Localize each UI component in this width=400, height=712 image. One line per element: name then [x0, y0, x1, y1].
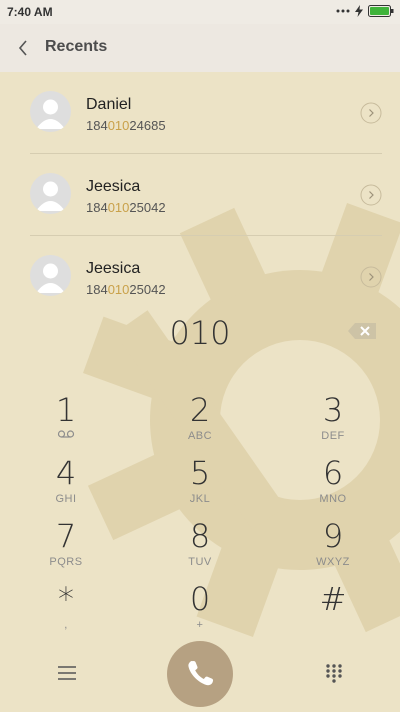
list-item[interactable]: Jeesica 18401025042	[0, 154, 400, 236]
bottom-bar	[0, 640, 400, 711]
key-0[interactable]: 0 +	[140, 580, 260, 642]
status-icons	[336, 5, 394, 17]
key-letters: ,	[64, 619, 68, 631]
dial-display: 010	[0, 309, 400, 355]
status-bar: 7:40 AM	[0, 0, 400, 24]
chevron-right-icon[interactable]	[360, 102, 382, 124]
dialed-number: 010	[169, 314, 231, 352]
key-digit: 7	[55, 517, 77, 555]
dialpad-toggle-icon[interactable]	[323, 662, 345, 684]
key-letters: PQRS	[49, 556, 83, 568]
key-4[interactable]: 4 GHI	[6, 454, 126, 516]
contact-name: Jeesica	[86, 260, 141, 277]
voicemail-icon	[6, 429, 126, 443]
app-bar: Recents	[0, 24, 400, 72]
contact-number: 18401025042	[86, 200, 166, 215]
key-digit: #	[319, 580, 347, 618]
avatar	[30, 173, 71, 214]
more-dots-icon	[336, 9, 350, 13]
key-6[interactable]: 6 MNO	[273, 454, 393, 516]
contact-number: 18401024685	[86, 118, 166, 133]
recents-list: Daniel 18401024685 Jeesica 18401025042 J…	[0, 72, 400, 318]
avatar	[30, 91, 71, 132]
key-letters: GHI	[55, 493, 77, 505]
key-digit: 6	[322, 454, 344, 492]
number-suffix: 25042	[129, 200, 166, 215]
backspace-icon[interactable]	[348, 323, 376, 339]
battery-icon	[368, 5, 394, 17]
flash-icon	[355, 5, 363, 17]
key-digit: 2	[189, 391, 211, 429]
number-match: 010	[107, 282, 130, 297]
key-letters: WXYZ	[316, 556, 350, 568]
key-5[interactable]: 5 JKL	[140, 454, 260, 516]
key-9[interactable]: 9 WXYZ	[273, 517, 393, 579]
key-digit: 3	[322, 391, 344, 429]
key-letters: TUV	[188, 556, 212, 568]
list-item[interactable]: Jeesica 18401025042	[0, 236, 400, 318]
key-letters: JKL	[189, 493, 211, 505]
number-match: 010	[107, 200, 130, 215]
contact-name: Jeesica	[86, 178, 141, 195]
key-letters: ABC	[187, 430, 213, 442]
contact-number: 18401025042	[86, 282, 166, 297]
chevron-right-icon[interactable]	[360, 266, 382, 288]
call-button[interactable]	[167, 641, 233, 707]
key-letters: DEF	[321, 430, 345, 442]
back-arrow-icon[interactable]	[12, 36, 36, 60]
page-title: Recents	[45, 38, 108, 55]
key-digit: 1	[55, 391, 77, 429]
key-star[interactable]: * ,	[6, 580, 126, 642]
number-prefix: 184	[86, 200, 108, 215]
chevron-right-icon[interactable]	[360, 184, 382, 206]
key-7[interactable]: 7 PQRS	[6, 517, 126, 579]
number-prefix: 184	[86, 282, 108, 297]
key-digit: *	[58, 580, 74, 618]
number-suffix: 25042	[129, 282, 166, 297]
key-hash[interactable]: #	[273, 580, 393, 642]
key-digit: 0	[189, 580, 211, 618]
number-suffix: 24685	[129, 118, 166, 133]
key-8[interactable]: 8 TUV	[140, 517, 260, 579]
key-1[interactable]: 1	[6, 391, 126, 453]
key-letters: MNO	[319, 493, 347, 505]
key-digit: 5	[189, 454, 211, 492]
key-2[interactable]: 2 ABC	[140, 391, 260, 453]
phone-icon	[188, 661, 214, 686]
key-digit: 4	[55, 454, 77, 492]
key-digit: 9	[322, 517, 344, 555]
number-match: 010	[107, 118, 130, 133]
key-digit: 8	[189, 517, 211, 555]
key-letters: +	[196, 619, 204, 631]
avatar	[30, 255, 71, 296]
menu-icon[interactable]	[56, 662, 78, 684]
key-3[interactable]: 3 DEF	[273, 391, 393, 453]
contact-name: Daniel	[86, 96, 132, 113]
list-item[interactable]: Daniel 18401024685	[0, 72, 400, 154]
status-time: 7:40 AM	[7, 5, 53, 19]
number-prefix: 184	[86, 118, 108, 133]
